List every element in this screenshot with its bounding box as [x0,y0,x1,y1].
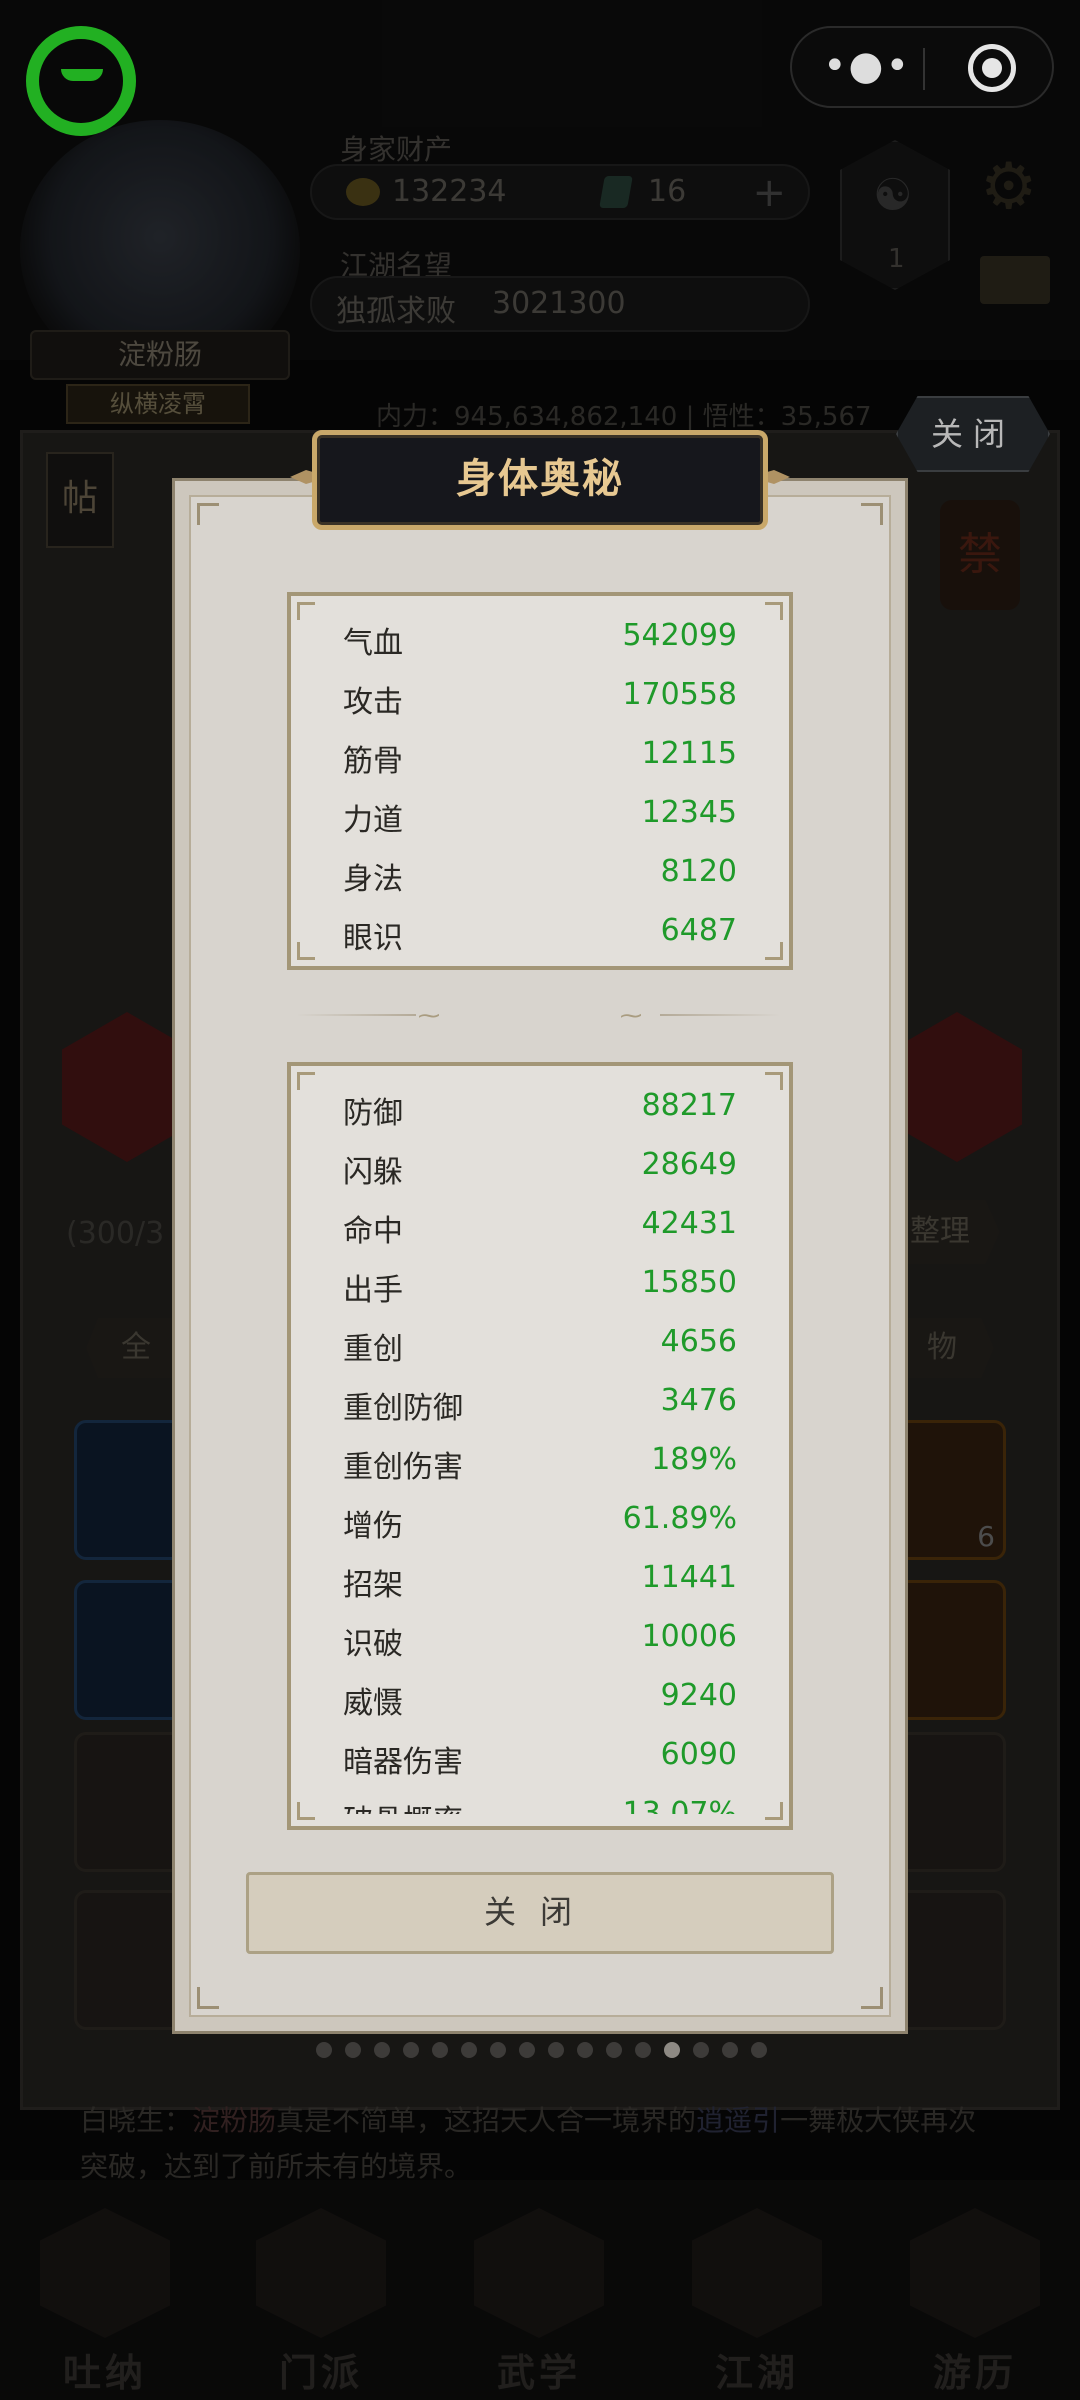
stat-value: 189% [651,1442,737,1477]
stat-label: 身法 [343,862,403,897]
stat-label: 重创伤害 [343,1450,463,1485]
stat-value: 10006 [641,1619,737,1654]
combat-stats-scroll[interactable]: 防御 88217 闪躲 28649 命中 42431 出手 15850 重创 4656 重… [291,1080,789,1814]
page-dot [461,2042,477,2058]
stat-value: 8120 [660,854,737,889]
stat-label: 暗器伤害 [343,1745,463,1780]
stat-value: 88217 [641,1088,737,1123]
stat-row: 防御 88217 [291,1080,789,1139]
stat-value: 4656 [660,1324,737,1359]
stat-value: 28649 [641,1147,737,1182]
stat-label: 命中 [343,1214,403,1249]
stat-row: 力道 12345 [291,787,789,846]
base-stats-panel: 气血 542099 攻击 170558 筋骨 12115 力道 12345 身法 8120… [287,592,793,970]
stat-row: 威慑 9240 [291,1670,789,1729]
stat-label: 筋骨 [343,744,403,779]
stat-label: 重创防御 [343,1391,463,1426]
stat-label: 眼识 [343,921,403,956]
stat-row: 破骨概率 13.07% [291,1788,789,1814]
stat-value: 12115 [641,736,737,771]
stat-value: 6487 [660,913,737,948]
page-dot [606,2042,622,2058]
stat-value: 13.07% [622,1796,737,1814]
page-dot [316,2042,332,2058]
stat-row: 眼识 6487 [291,905,789,964]
stat-row: 识破 10006 [291,1611,789,1670]
stat-label: 招架 [343,1568,403,1603]
stat-value: 542099 [622,618,737,653]
app-logo-icon [26,26,136,136]
stat-label: 攻击 [343,685,403,720]
stat-label: 重创 [343,1332,403,1367]
stat-value: 15850 [641,1265,737,1300]
stat-value: 9240 [660,1678,737,1713]
page-dot [693,2042,709,2058]
stat-value: 170558 [622,677,737,712]
stat-row: 攻击 170558 [291,669,789,728]
stat-value: 42431 [641,1206,737,1241]
divider-right [660,1014,780,1016]
stat-row: 暗器伤害 6090 [291,1729,789,1788]
mini-program-capsule: •●• [790,26,1054,108]
stat-label: 闪躲 [343,1155,403,1190]
page-dot [403,2042,419,2058]
capsule-divider [923,48,925,90]
corner-ornament [197,503,219,525]
modal-title: 身体奥秘 [456,456,624,502]
base-stats-list: 气血 542099 攻击 170558 筋骨 12115 力道 12345 身法 8120… [291,610,789,964]
stat-label: 破骨概率 [343,1796,463,1814]
page-dot [548,2042,564,2058]
corner-ornament [861,1987,883,2009]
divider-ornament-left: ⁓ [418,1004,440,1029]
page-dot [722,2042,738,2058]
stat-label: 识破 [343,1627,403,1662]
stat-row: 招架 11441 [291,1552,789,1611]
close-button[interactable]: 关闭 [246,1872,834,1954]
page-dot [345,2042,361,2058]
stat-row: 气血 542099 [291,610,789,669]
stat-row: 重创 4656 [291,1316,789,1375]
page-dot [577,2042,593,2058]
stat-label: 气血 [343,626,403,661]
page-dot [519,2042,535,2058]
divider-left [296,1014,416,1016]
divider-ornament-right: ⁓ [620,1004,642,1029]
stat-row: 增伤 61.89% [291,1493,789,1552]
modal-title-plate: 身体奥秘 [312,430,768,530]
stat-row: 筋骨 12115 [291,728,789,787]
page-dot [374,2042,390,2058]
page-dot [432,2042,448,2058]
combat-stats-panel[interactable]: 防御 88217 闪躲 28649 命中 42431 出手 15850 重创 4656 重… [287,1062,793,1830]
outer-close-button[interactable]: 关闭 [896,396,1050,472]
stat-label: 出手 [343,1273,403,1308]
stat-row: 身法 8120 [291,846,789,905]
stat-row: 闪躲 28649 [291,1139,789,1198]
stat-value: 3476 [660,1383,737,1418]
page-dot [751,2042,767,2058]
exit-mini-program-icon[interactable] [968,44,1016,92]
stat-value: 6090 [660,1737,737,1772]
stat-row: 命中 42431 [291,1198,789,1257]
stat-value: 61.89% [622,1501,737,1536]
stat-label: 力道 [343,803,403,838]
stat-label: 防御 [343,1096,403,1131]
corner-ornament [197,1987,219,2009]
stat-row: 重创防御 3476 [291,1375,789,1434]
page-dot [664,2042,680,2058]
stat-value: 11441 [641,1560,737,1595]
page-dot [490,2042,506,2058]
stat-label: 增伤 [343,1509,403,1544]
page-dot [635,2042,651,2058]
stat-label: 威慑 [343,1686,403,1721]
stat-value: 12345 [641,795,737,830]
corner-ornament [861,503,883,525]
stat-row: 重创伤害 189% [291,1434,789,1493]
stat-row: 出手 15850 [291,1257,789,1316]
more-menu-icon[interactable]: •●• [822,46,912,88]
